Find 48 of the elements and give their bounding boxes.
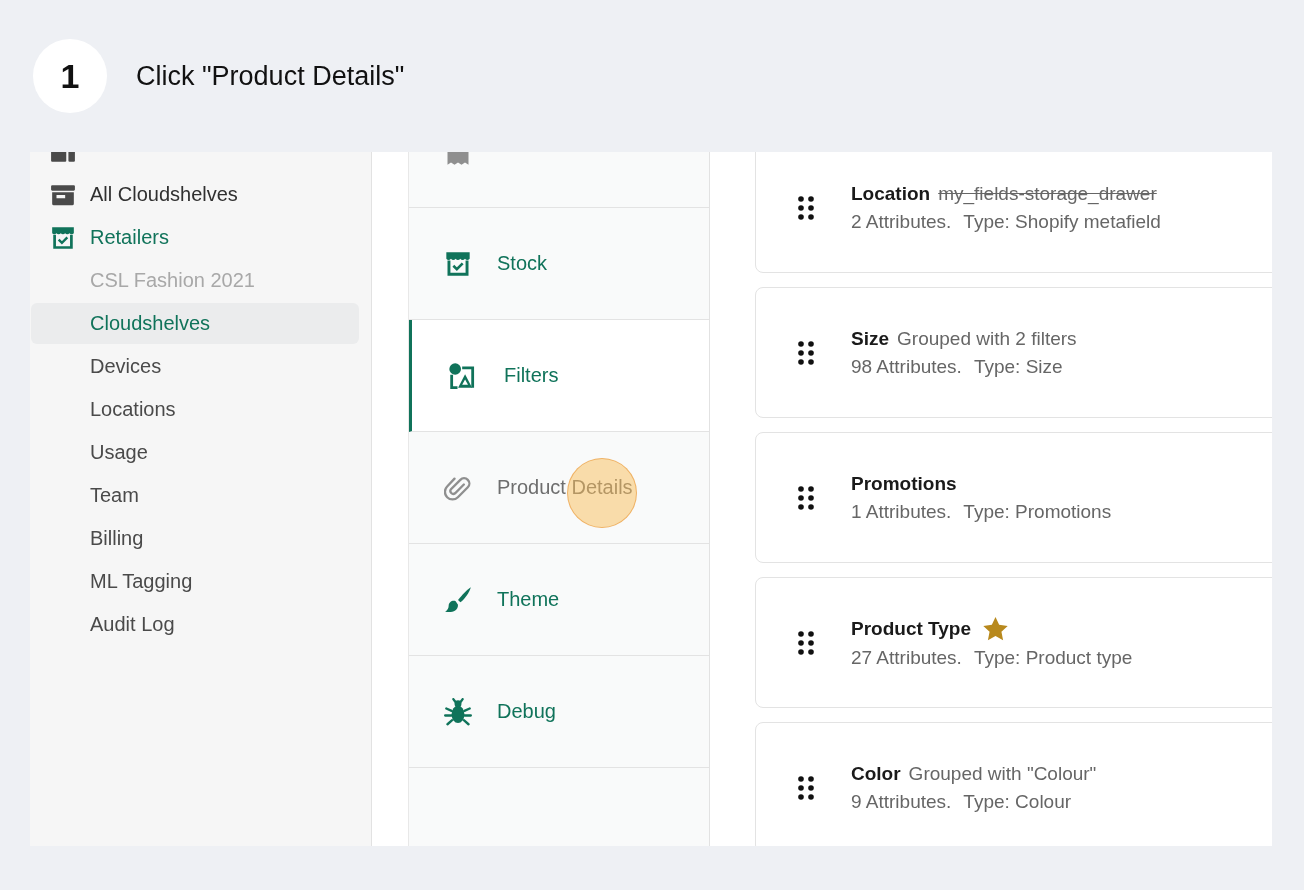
drag-handle-icon[interactable] bbox=[798, 485, 814, 510]
filter-type: Type: Product type bbox=[973, 646, 1133, 669]
filter-name: Product Type bbox=[851, 617, 971, 640]
step-number: 1 bbox=[33, 39, 107, 113]
filter-name: Size bbox=[851, 327, 890, 350]
sidebar-item[interactable]: Audit Log bbox=[31, 604, 359, 645]
attribute-count: 98 Attributes. bbox=[851, 355, 962, 378]
storefront-icon bbox=[444, 249, 472, 278]
bug-icon bbox=[444, 697, 472, 726]
filter-name: Promotions bbox=[851, 472, 957, 495]
filter-note: Grouped with "Colour" bbox=[908, 762, 1097, 785]
sidebar-item[interactable]: Team bbox=[31, 475, 359, 516]
sidebar-item[interactable]: Locations bbox=[31, 389, 359, 430]
settings-tab[interactable]: Debug bbox=[409, 656, 709, 768]
filter-note: my_fields-storage_drawer bbox=[938, 182, 1157, 205]
step-instruction: Click "Product Details" bbox=[136, 60, 405, 92]
filter-type: Type: Colour bbox=[963, 790, 1072, 813]
settings-tab[interactable]: Theme bbox=[409, 544, 709, 656]
attribute-count: 2 Attributes. bbox=[851, 210, 952, 233]
sidebar-item[interactable]: ML Tagging bbox=[31, 561, 359, 602]
drag-handle-icon[interactable] bbox=[798, 630, 814, 655]
attribute-count: 27 Attributes. bbox=[851, 646, 962, 669]
filter-card[interactable]: Color Grouped with "Colour" 9 Attributes. Type: Colour bbox=[755, 722, 1272, 846]
drag-handle-icon[interactable] bbox=[798, 775, 814, 800]
attribute-count: 9 Attributes. bbox=[851, 790, 952, 813]
attribute-count: 1 Attributes. bbox=[851, 500, 952, 523]
paintbrush-icon bbox=[444, 585, 472, 614]
shapes-icon bbox=[447, 361, 475, 390]
drag-handle-icon[interactable] bbox=[798, 195, 814, 220]
sidebar-item[interactable]: Devices bbox=[31, 346, 359, 387]
sidebar-item[interactable]: All Cloudshelves bbox=[31, 174, 359, 215]
filter-name: Color bbox=[851, 762, 901, 785]
filter-type: Type: Shopify metafield bbox=[963, 210, 1161, 233]
sidebar-item[interactable]: Retailers bbox=[31, 217, 359, 258]
filter-card[interactable]: Location my_fields-storage_drawer 2 Attributes. Type: Shopify metafield bbox=[755, 152, 1272, 273]
filter-card[interactable]: Promotions 1 Attributes. Type: Promotions bbox=[755, 432, 1272, 563]
settings-tab[interactable]: Filters bbox=[409, 320, 709, 432]
sidebar-item[interactable]: Billing bbox=[31, 518, 359, 559]
storefront-icon bbox=[50, 224, 76, 251]
filter-name: Location bbox=[851, 182, 931, 205]
sidebar-item[interactable]: Cloudshelves bbox=[31, 303, 359, 344]
drag-handle-icon[interactable] bbox=[798, 340, 814, 365]
filter-type: Type: Promotions bbox=[963, 500, 1112, 523]
filter-note: Grouped with 2 filters bbox=[897, 327, 1077, 350]
filter-type: Type: Size bbox=[973, 355, 1063, 378]
filter-card[interactable]: Product Type 27 Attributes. Type: Product type bbox=[755, 577, 1272, 708]
sidebar-item[interactable]: Usage bbox=[31, 432, 359, 473]
filter-card[interactable]: Size Grouped with 2 filters 98 Attributes. Type: Size bbox=[755, 287, 1272, 418]
